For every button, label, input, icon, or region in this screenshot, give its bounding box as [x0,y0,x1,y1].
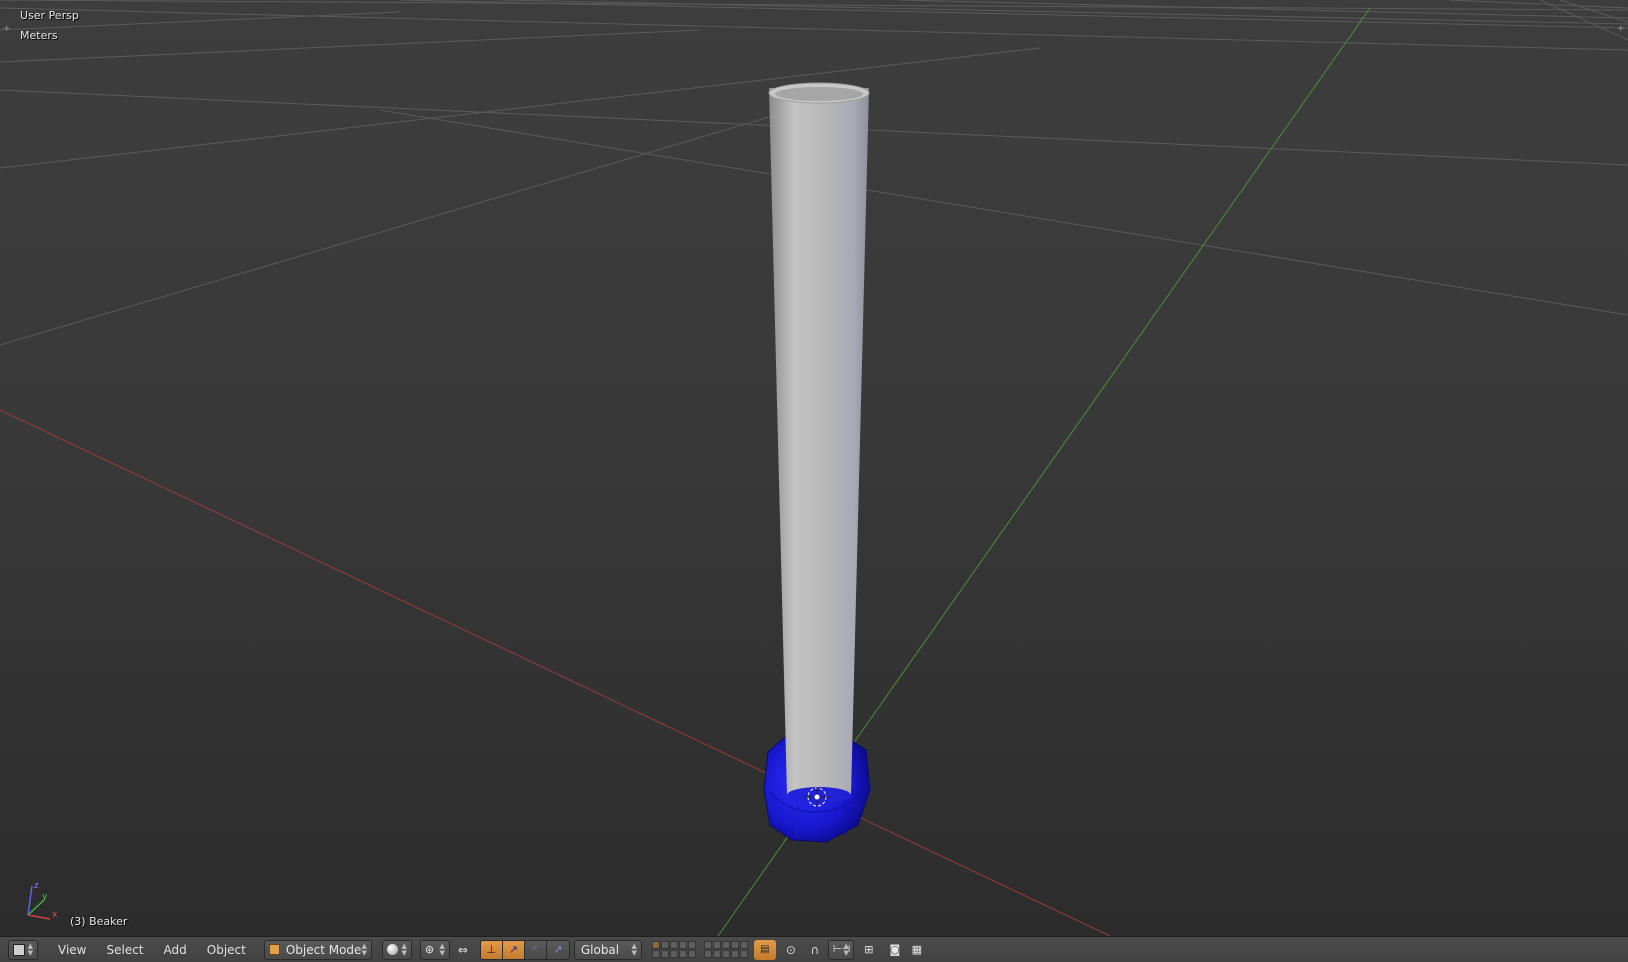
layer-buttons-1[interactable] [651,941,696,958]
translate-arrow-icon: ↗ [508,943,518,956]
chevron-updown-icon: ▲ ▼ [401,941,407,957]
mode-label: Object Mode [285,942,362,957]
svg-text:z: z [34,881,39,891]
translate-manipulator-button[interactable]: ↗ [502,940,525,959]
x-axis-line [0,409,1111,936]
3d-viewport[interactable]: z y x + + User Persp Meters (3) Beaker [0,0,1628,936]
viewport-canvas[interactable]: z y x + + [0,0,1628,936]
beaker-cylinder[interactable] [768,82,870,803]
manipulator-toggle-button[interactable]: ⊥ [480,940,503,959]
opengl-render-animation-button[interactable]: ▦ [906,940,928,960]
chevron-updown-icon: ▲ ▼ [631,941,637,957]
menu-object[interactable]: Object [197,940,256,960]
pivot-icon: ⊛ [424,943,435,956]
proportional-edit-icon: ⊙ [785,942,796,957]
camera-render-icon: ◙ [889,943,901,956]
menu-add[interactable]: Add [154,940,197,960]
axis-gizmo-icon [27,885,51,920]
cube-icon [13,943,25,956]
orientation-label: Global [580,942,620,957]
solid-shading-icon [386,944,398,955]
object-mode-icon [268,944,280,955]
snap-toggle-button[interactable]: ∩ [804,940,826,960]
menu-view[interactable]: View [48,940,96,960]
proportional-edit-button[interactable]: ⊙ [780,940,802,960]
pivot-point-selector[interactable]: ⊛ ▲ ▼ [419,939,450,960]
units-label: Meters [20,29,58,42]
manipulator-group: ⊥ ↗ ◜ ↗ [479,939,570,960]
transform-orientation-selector[interactable]: Global ▲ ▼ [573,939,642,960]
svg-text:+: + [3,24,11,34]
chevron-updown-icon: ▲ ▼ [361,941,367,957]
object-info-label: (3) Beaker [70,915,128,928]
lock-layers-button[interactable]: ▤ [753,939,776,960]
snap-element-selector[interactable]: ⊢⊣ ▲ ▼ [827,939,854,960]
scale-manipulator-button[interactable]: ↗ [546,940,569,959]
snap-target-button[interactable]: ⊞ [858,940,880,960]
rotate-manipulator-button[interactable]: ◜ [524,940,547,959]
svg-text:x: x [52,910,58,920]
viewport-header: ▲ ▼ View Select Add Object Object Mode ▲ ▼… [0,936,1628,962]
manipulate-center-points-button[interactable]: ⇔ [452,940,474,960]
center-points-icon: ⇔ [457,942,468,957]
chevron-updown-icon: ▲ ▼ [843,941,849,957]
clapper-icon: ▦ [911,943,923,956]
svg-text:+: + [1617,24,1625,34]
menu-select[interactable]: Select [96,940,153,960]
opengl-render-image-button[interactable]: ◙ [884,940,906,960]
view-name-label: User Persp [20,9,79,22]
viewport-shading-selector[interactable]: ▲ ▼ [381,939,412,960]
magnet-icon: ∩ [810,942,820,957]
layer-buttons-2[interactable] [703,941,748,958]
manipulator-icon: ⊥ [486,943,497,956]
scale-icon: ↗ [553,943,563,956]
editor-type-selector[interactable]: ▲ ▼ [8,939,38,960]
snap-target-icon: ⊞ [864,943,874,956]
svg-text:y: y [42,892,48,902]
chevron-updown-icon: ▲ ▼ [27,941,33,957]
rotate-arc-icon: ◜ [533,943,538,956]
mode-selector[interactable]: Object Mode ▲ ▼ [263,939,372,960]
chevron-updown-icon: ▲ ▼ [439,941,445,957]
lock-camera-icon: ▤ [760,944,770,955]
